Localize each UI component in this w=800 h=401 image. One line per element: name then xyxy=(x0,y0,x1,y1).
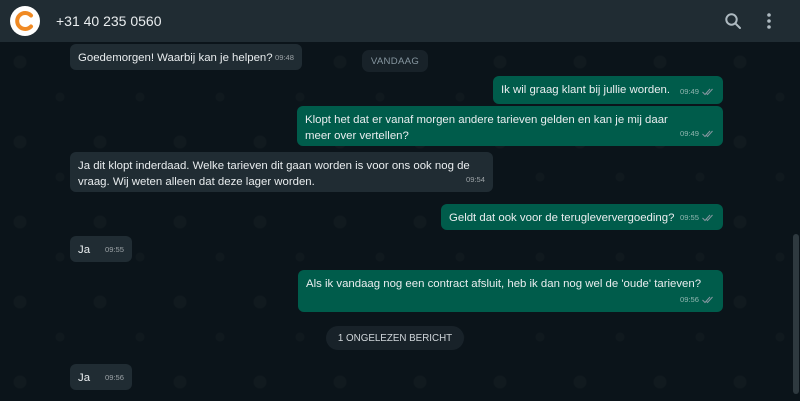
message-outgoing[interactable]: Geldt dat ook voor de terugleververgoedi… xyxy=(441,204,723,230)
message-text: Ik wil graag klant bij jullie worden. xyxy=(501,84,671,96)
message-text: Ja xyxy=(78,372,91,384)
search-icon[interactable] xyxy=(722,10,744,32)
avatar[interactable] xyxy=(10,6,40,36)
unread-divider: 1 ONGELEZEN BERICHT xyxy=(326,326,464,350)
message-text: Als ik vandaag nog een contract afsluit,… xyxy=(306,278,702,290)
message-incoming[interactable]: Ja 09:55 xyxy=(70,236,132,262)
message-incoming[interactable]: Goedemorgen! Waarbij kan je helpen? 09:4… xyxy=(70,44,302,70)
message-outgoing[interactable]: Ik wil graag klant bij jullie worden. 09… xyxy=(493,76,723,104)
logo-icon xyxy=(15,11,33,31)
message-text: Goedemorgen! Waarbij kan je helpen? xyxy=(78,52,273,64)
contact-name[interactable]: +31 40 235 0560 xyxy=(56,13,162,29)
message-time: 09:55 xyxy=(104,245,124,254)
message-outgoing[interactable]: Klopt het dat er vanaf morgen andere tar… xyxy=(297,106,723,146)
more-options-icon[interactable] xyxy=(758,10,780,32)
message-list[interactable]: Goedemorgen! Waarbij kan je helpen? 09:4… xyxy=(0,42,800,401)
message-time: 09:54 xyxy=(465,175,485,184)
message-text: Ja xyxy=(78,244,91,256)
message-time: 09:55 xyxy=(680,210,715,226)
message-incoming[interactable]: Ja 09:56 xyxy=(70,364,132,390)
double-check-icon xyxy=(702,130,713,138)
message-outgoing[interactable]: Als ik vandaag nog een contract afsluit,… xyxy=(298,270,723,312)
message-time: 09:56 xyxy=(680,292,715,308)
message-incoming[interactable]: Ja dit klopt inderdaad. Welke tarieven d… xyxy=(70,152,493,192)
double-check-icon xyxy=(702,214,713,222)
message-time: 09:56 xyxy=(104,373,124,382)
message-text: Ja dit klopt inderdaad. Welke tarieven d… xyxy=(78,160,470,188)
double-check-icon xyxy=(702,296,713,304)
chat-header: +31 40 235 0560 xyxy=(0,0,800,42)
message-time: 09:49 xyxy=(680,84,715,100)
message-time: 09:49 xyxy=(680,126,715,142)
message-text: Geldt dat ook voor de terugleververgoedi… xyxy=(449,212,675,224)
scrollbar[interactable] xyxy=(793,234,799,394)
double-check-icon xyxy=(702,88,713,96)
message-time: 09:48 xyxy=(274,53,294,62)
message-text: Klopt het dat er vanaf morgen andere tar… xyxy=(305,114,668,142)
day-divider: VANDAAG xyxy=(362,50,428,72)
